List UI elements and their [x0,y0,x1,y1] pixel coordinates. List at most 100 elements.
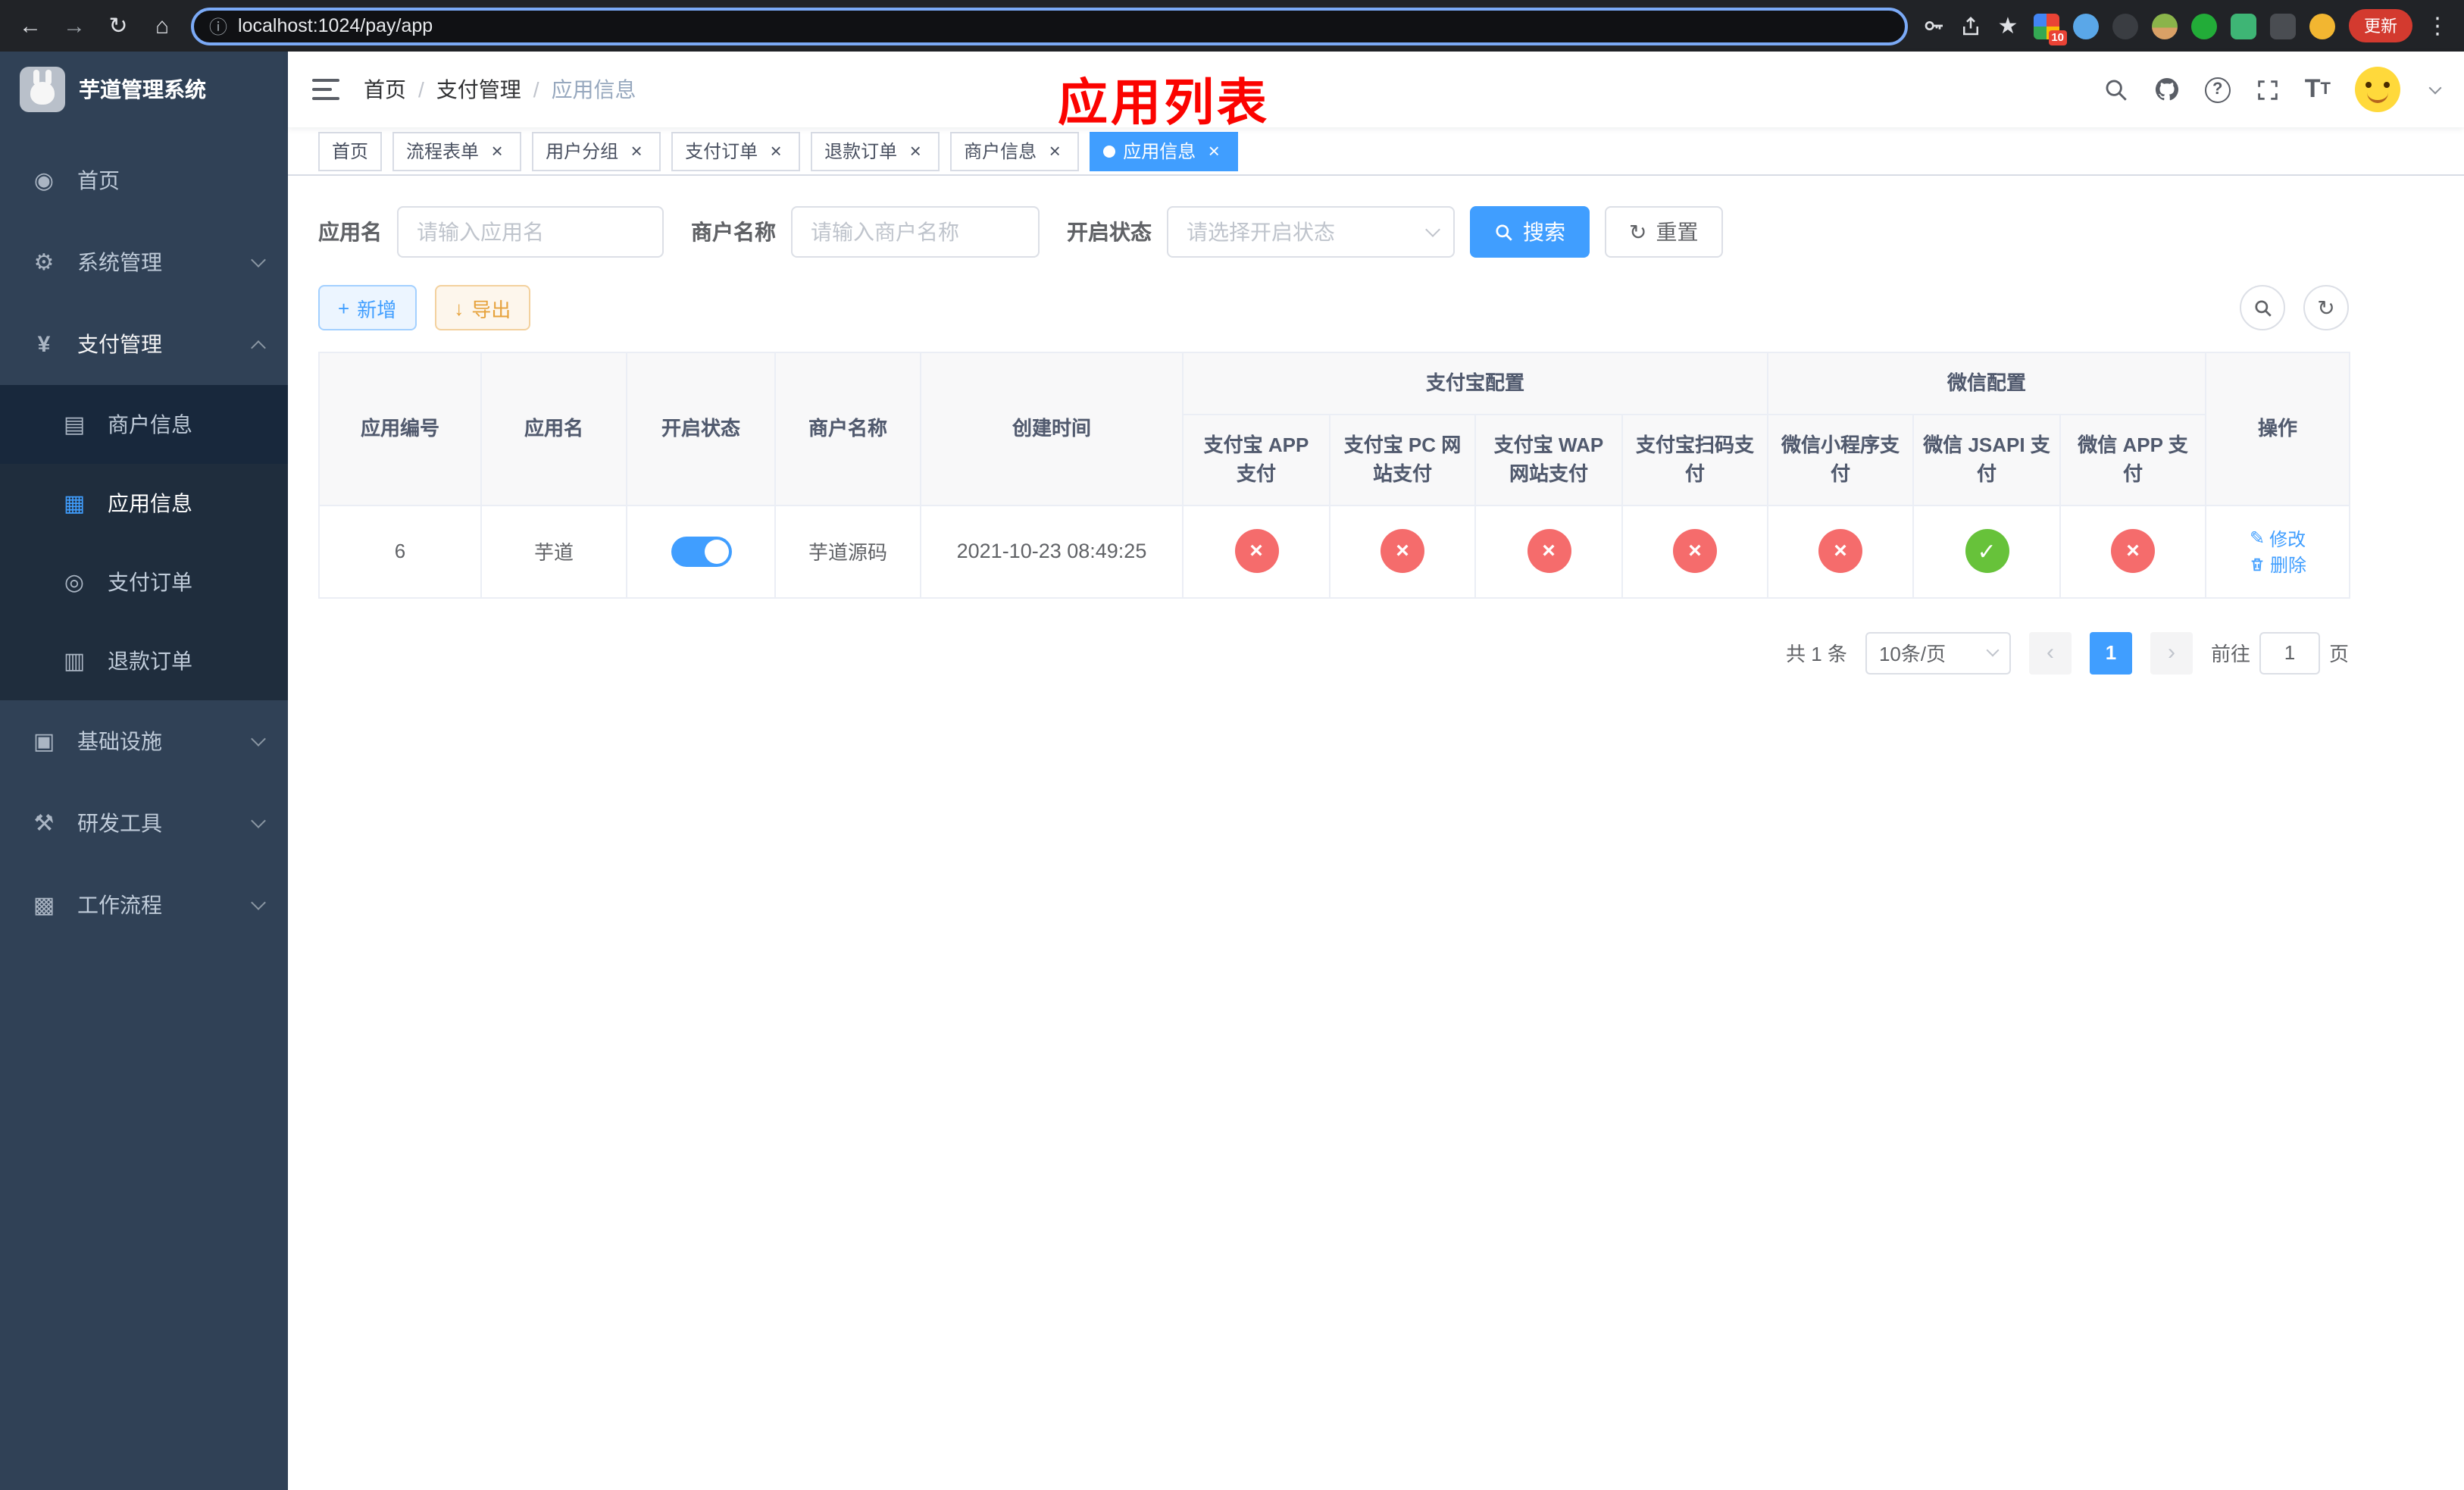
next-page-button[interactable]: › [2150,631,2193,674]
status-cross-icon: × [1818,529,1863,573]
cell-merchant: 芋道源码 [774,504,921,598]
address-bar[interactable]: ⓘ localhost:1024/pay/app [191,7,1908,45]
avatar-caret-icon[interactable] [2428,81,2442,95]
tab-refund-order[interactable]: 退款订单 × [811,131,940,171]
tab-home[interactable]: 首页 [318,131,383,171]
tab-user-group[interactable]: 用户分组 × [532,131,661,171]
browser-menu-icon[interactable]: ⋮ [2426,12,2449,39]
key-icon[interactable] [1921,14,1946,38]
sidebar-item-dev-tools[interactable]: ⚒ 研发工具 [0,782,288,864]
sidebar-item-home[interactable]: ◉ 首页 [0,139,288,221]
sidebar-item-system[interactable]: ⚙ 系统管理 [0,221,288,303]
extension-icon[interactable] [2073,13,2099,39]
page-number-button[interactable]: 1 [2089,631,2132,674]
merchant-name-input[interactable] [791,206,1040,258]
close-icon[interactable]: × [765,141,786,161]
toggle-search-button[interactable] [2240,285,2285,330]
extension-icon[interactable] [2309,13,2335,39]
prev-page-button[interactable]: ‹ [2028,631,2072,674]
breadcrumb-home[interactable]: 首页 [364,74,406,105]
sidebar-item-label: 系统管理 [77,250,162,274]
close-icon[interactable]: × [626,141,647,161]
reload-icon[interactable]: ↻ [103,12,133,39]
forward-icon[interactable]: → [59,13,89,39]
font-size-icon[interactable]: TT [2305,74,2331,105]
breadcrumb-payment[interactable]: 支付管理 [436,74,521,105]
group-wechat-config: 微信配置 [1767,352,2207,415]
trash-icon [2251,557,2263,571]
sidebar-item-label: 商户信息 [108,412,192,437]
chrome-update-button[interactable]: 更新 [2349,9,2412,42]
status-cross-icon: × [1527,529,1571,573]
user-avatar[interactable] [2355,67,2400,112]
breadcrumb-separator [418,77,424,102]
extension-icon[interactable] [2112,13,2138,39]
page-size-select[interactable]: 10条/页 [1865,631,2011,674]
reset-button[interactable]: ↻ 重置 [1605,206,1723,258]
main-area: 首页 支付管理 应用信息 应用列表 ? [288,52,2464,1490]
tags-view: 首页 流程表单 × 用户分组 × 支付订单 × 退款订单 × 商户信息 × 应用信息 × [288,127,2464,176]
export-button[interactable]: ↓ 导出 [434,285,531,330]
chevron-down-icon [1425,222,1440,237]
search-button[interactable]: 搜索 [1470,206,1590,258]
col-created: 创建时间 [920,352,1184,506]
extension-icon[interactable] [2191,13,2217,39]
collapse-sidebar-icon[interactable] [312,79,339,100]
extension-icon[interactable] [2270,13,2296,39]
tab-process-form[interactable]: 流程表单 × [392,131,522,171]
sidebar-item-label: 研发工具 [77,811,162,835]
share-icon[interactable] [1959,14,1982,37]
extension-icon[interactable] [2152,13,2178,39]
help-icon[interactable]: ? [2204,77,2231,102]
bookmark-star-icon[interactable]: ★ [1996,12,2020,39]
cell-app-id: 6 [318,504,482,598]
table-row: 6 芋道 芋道源码 2021-10-23 08:49:25 × × × × × … [318,504,2351,598]
delete-button[interactable]: 删除 [2249,551,2306,577]
document-icon: ▥ [63,649,86,675]
status-select[interactable]: 请选择开启状态 [1167,206,1455,258]
search-icon[interactable] [2103,77,2129,102]
chevron-down-icon [251,731,266,747]
edit-button[interactable]: ✎ 修改 [2250,525,2306,551]
site-info-icon[interactable]: ⓘ [209,13,227,39]
extension-icon[interactable] [2231,13,2256,39]
fullscreen-icon[interactable] [2255,77,2281,102]
sidebar-menu: ◉ 首页 ⚙ 系统管理 ¥ 支付管理 ▤ 商户信息 ▦ 应用信息 ◎ 支付订单 … [0,139,288,946]
enable-switch[interactable] [671,536,731,566]
close-icon[interactable]: × [905,141,926,161]
close-icon[interactable]: × [1203,141,1224,161]
tab-pay-order[interactable]: 支付订单 × [671,131,801,171]
refresh-table-button[interactable]: ↻ [2303,285,2349,330]
sidebar-item-label: 首页 [77,168,120,193]
extension-icon[interactable]: 10 [2034,13,2067,45]
sidebar-item-workflow[interactable]: ▩ 工作流程 [0,864,288,946]
app-name-input[interactable] [397,206,664,258]
table-toolbar: + 新增 ↓ 导出 ↻ [318,285,2349,330]
github-icon[interactable] [2153,76,2181,103]
close-icon[interactable]: × [486,141,508,161]
add-button[interactable]: + 新增 [318,285,417,330]
goto-page-input[interactable] [2259,631,2320,674]
app-logo-row[interactable]: 芋道管理系统 [0,52,288,127]
tab-merchant-info[interactable]: 商户信息 × [950,131,1080,171]
url-text: localhost:1024/pay/app [238,15,433,36]
cell-created-at: 2021-10-23 08:49:25 [920,504,1184,598]
home-icon[interactable]: ⌂ [147,13,177,39]
sidebar-item-refund-order[interactable]: ▥ 退款订单 [0,621,288,700]
breadcrumb: 首页 支付管理 应用信息 [364,74,636,105]
sidebar-item-merchant-info[interactable]: ▤ 商户信息 [0,385,288,464]
back-icon[interactable]: ← [15,13,45,39]
sidebar-item-infrastructure[interactable]: ▣ 基础设施 [0,700,288,782]
sidebar-item-label: 支付管理 [77,332,162,356]
table-header-group-row: 应用编号 应用名 开启状态 商户名称 创建时间 支付宝配置 微信配置 操作 [318,352,2351,506]
tab-app-info[interactable]: 应用信息 × [1090,131,1239,171]
sidebar-item-payment[interactable]: ¥ 支付管理 [0,303,288,385]
top-navbar: 首页 支付管理 应用信息 应用列表 ? [288,52,2464,130]
sidebar-item-pay-order[interactable]: ◎ 支付订单 [0,543,288,621]
col-alipay-wap: 支付宝 WAP 网站支付 [1474,413,1623,506]
plus-icon: + [338,296,350,319]
download-icon: ↓ [454,296,464,319]
close-icon[interactable]: × [1044,141,1065,161]
pagination-total: 共 1 条 [1786,643,1847,665]
sidebar-item-app-info[interactable]: ▦ 应用信息 [0,464,288,543]
